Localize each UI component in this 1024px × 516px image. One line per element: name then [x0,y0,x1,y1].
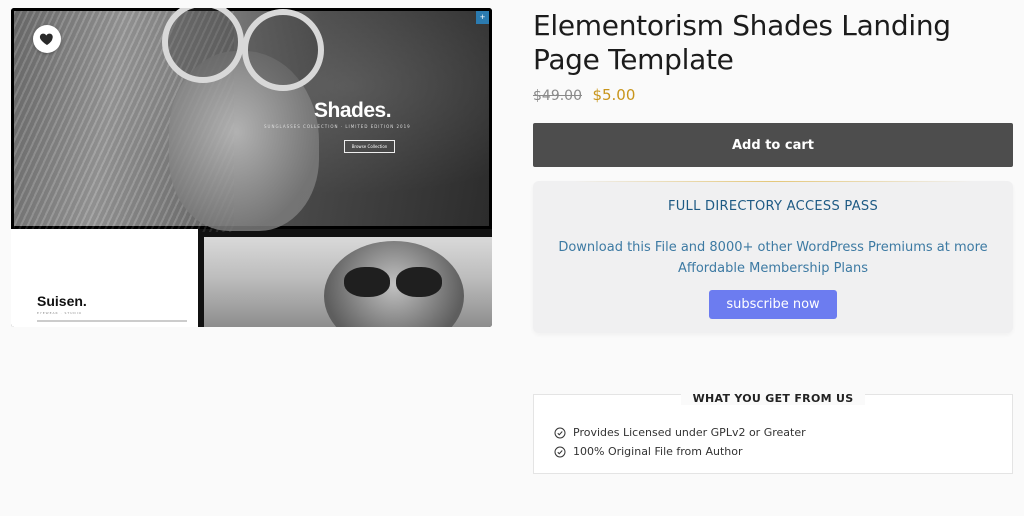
glasses-left [344,267,390,297]
sunglasses-lens-right [242,9,324,91]
benefits-heading: WHAT YOU GET FROM US [680,392,866,405]
hero-cta-button: Browse Collection [344,140,395,153]
check-circle-icon [554,427,566,439]
secondary-preview-image: Suisen. EYEWEAR · STUDIO [11,229,201,327]
access-pass-heading: FULL DIRECTORY ACCESS PASS [667,199,879,214]
heart-icon [39,33,53,45]
hero-preview-image[interactable]: Shades. SUNGLASSES COLLECTION · LIMITED … [11,8,492,232]
subscribe-button[interactable]: subscribe now [709,290,837,319]
access-pass-card: FULL DIRECTORY ACCESS PASS Download this… [533,181,1013,333]
access-pass-description: Download this File and 8000+ other WordP… [558,240,988,276]
list-item: 100% Original File from Author [554,442,806,461]
price-block: $49.00 $5.00 [533,86,635,104]
secondary-brand-text: Suisen. [37,293,87,309]
list-item: Provides Licensed under GPLv2 or Greater [554,423,806,442]
product-title: Elementorism Shades Landing Page Templat… [533,9,951,76]
benefit-label: 100% Original File from Author [573,445,743,458]
plus-icon[interactable]: + [476,11,489,24]
product-gallery[interactable]: Shades. SUNGLASSES COLLECTION · LIMITED … [11,8,492,327]
hero-brand-text: Shades. [314,99,392,122]
glasses-right [396,267,442,297]
wishlist-button[interactable] [33,25,61,53]
original-price: $49.00 [533,88,582,104]
secondary-text-lines [37,320,187,322]
benefits-heading-wrap: WHAT YOU GET FROM US [534,387,1012,406]
benefits-list: Provides Licensed under GPLv2 or Greater… [554,423,806,461]
hero-tagline: SUNGLASSES COLLECTION · LIMITED EDITION … [264,124,411,129]
preview-divider [198,229,201,327]
benefits-box: WHAT YOU GET FROM US Provides Licensed u… [533,392,1013,474]
secondary-subtitle: EYEWEAR · STUDIO [37,311,82,315]
sale-price: $5.00 [592,86,636,104]
benefit-label: Provides Licensed under GPLv2 or Greater [573,426,806,439]
card-accent-line [573,181,973,182]
check-circle-icon [554,446,566,458]
add-to-cart-button[interactable]: Add to cart [533,123,1013,167]
tertiary-preview-image [204,237,492,327]
